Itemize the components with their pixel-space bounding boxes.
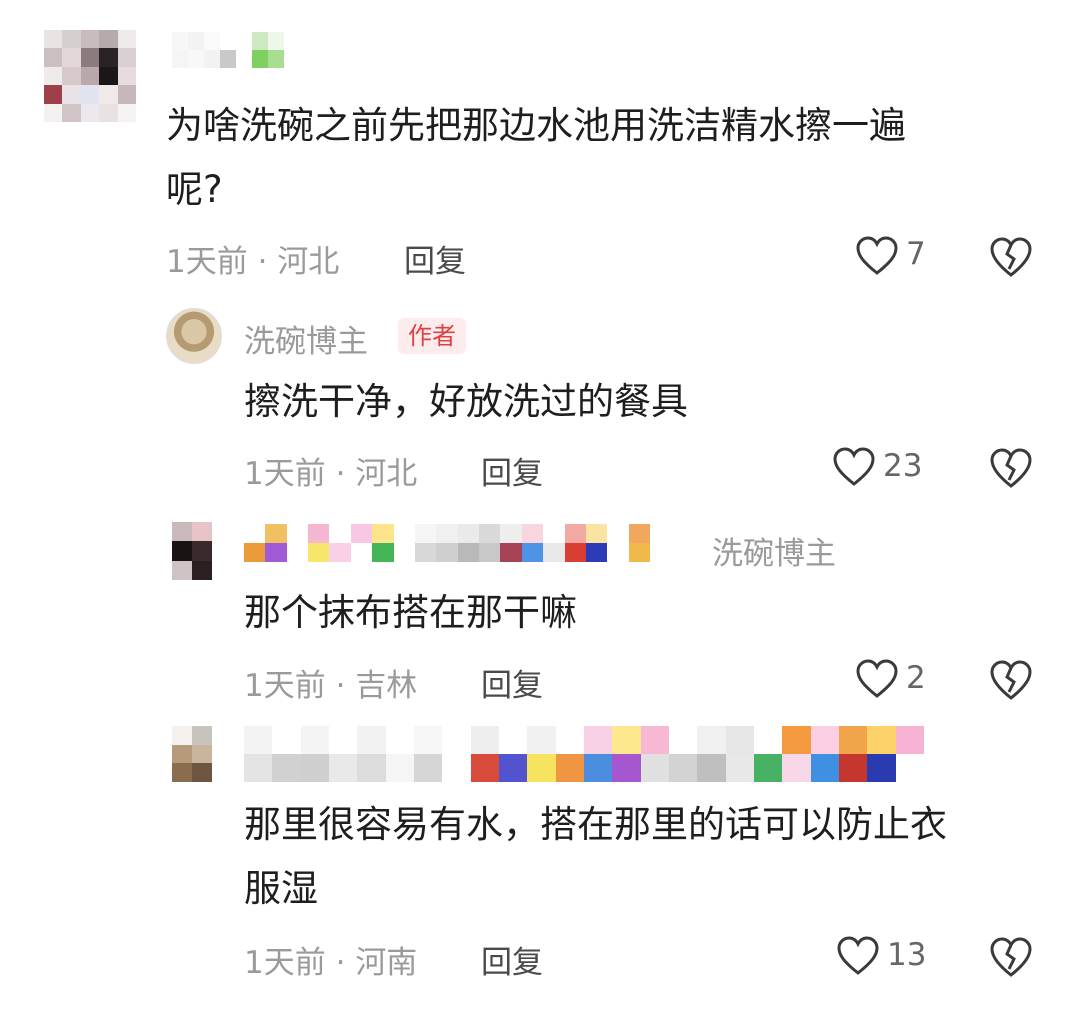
avatar[interactable] bbox=[172, 726, 212, 782]
username-mosaic[interactable] bbox=[244, 726, 924, 782]
reply-button[interactable]: 回复 bbox=[481, 937, 543, 982]
comment-meta: 1天前 · 河北 bbox=[166, 236, 339, 281]
reply-button[interactable]: 回复 bbox=[404, 236, 466, 281]
username-mosaic[interactable] bbox=[244, 524, 650, 562]
heart-icon[interactable] bbox=[855, 236, 899, 276]
reply-meta: 1天前 · 河南 bbox=[244, 937, 417, 982]
reply-meta: 1天前 · 河北 bbox=[244, 448, 417, 493]
reply-text: 那里很容易有水，搭在那里的话可以防止衣 服湿 bbox=[244, 793, 947, 921]
author-avatar[interactable] bbox=[166, 308, 222, 364]
meta-separator: · bbox=[257, 244, 268, 280]
dislike-broken-heart-icon[interactable] bbox=[989, 936, 1033, 978]
comment-time: 1天前 bbox=[166, 244, 248, 280]
username-mosaic[interactable] bbox=[172, 32, 284, 68]
heart-icon[interactable] bbox=[855, 659, 899, 699]
dislike-broken-heart-icon[interactable] bbox=[989, 447, 1033, 489]
reply-time: 1天前 bbox=[244, 456, 326, 492]
reply-button[interactable]: 回复 bbox=[481, 660, 543, 705]
heart-icon[interactable] bbox=[832, 447, 876, 487]
reply-text: 擦洗干净，好放洗过的餐具 bbox=[244, 380, 688, 423]
reply-location: 河南 bbox=[355, 945, 418, 981]
reply-button[interactable]: 回复 bbox=[481, 448, 543, 493]
reply-time: 1天前 bbox=[244, 945, 326, 981]
like-count: 7 bbox=[906, 236, 926, 272]
reply-to-username[interactable]: 洗碗博主 bbox=[712, 528, 836, 573]
meta-separator: · bbox=[335, 456, 346, 492]
like-count: 2 bbox=[906, 660, 926, 696]
reply-meta: 1天前 · 吉林 bbox=[244, 660, 417, 705]
like-count: 23 bbox=[883, 448, 923, 484]
reply-text-line: 服湿 bbox=[244, 867, 318, 910]
reply-time: 1天前 bbox=[244, 668, 326, 704]
meta-separator: · bbox=[335, 945, 346, 981]
avatar[interactable] bbox=[44, 30, 136, 122]
dislike-broken-heart-icon[interactable] bbox=[989, 659, 1033, 701]
comment-text-line: 呢? bbox=[166, 168, 223, 211]
author-tag: 作者 bbox=[398, 318, 466, 354]
reply-location: 河北 bbox=[355, 456, 418, 492]
like-count: 13 bbox=[887, 937, 927, 973]
comment-location: 河北 bbox=[277, 244, 340, 280]
heart-icon[interactable] bbox=[836, 936, 880, 976]
comment-text: 为啥洗碗之前先把那边水池用洗洁精水擦一遍 呢? bbox=[166, 94, 906, 222]
author-username[interactable]: 洗碗博主 bbox=[244, 316, 368, 361]
comment-text-line: 为啥洗碗之前先把那边水池用洗洁精水擦一遍 bbox=[166, 104, 906, 147]
avatar[interactable] bbox=[172, 522, 212, 580]
reply-text: 那个抹布搭在那干嘛 bbox=[244, 591, 577, 634]
reply-location: 吉林 bbox=[355, 668, 418, 704]
meta-separator: · bbox=[335, 668, 346, 704]
dislike-broken-heart-icon[interactable] bbox=[989, 236, 1033, 278]
reply-text-line: 那里很容易有水，搭在那里的话可以防止衣 bbox=[244, 803, 947, 846]
